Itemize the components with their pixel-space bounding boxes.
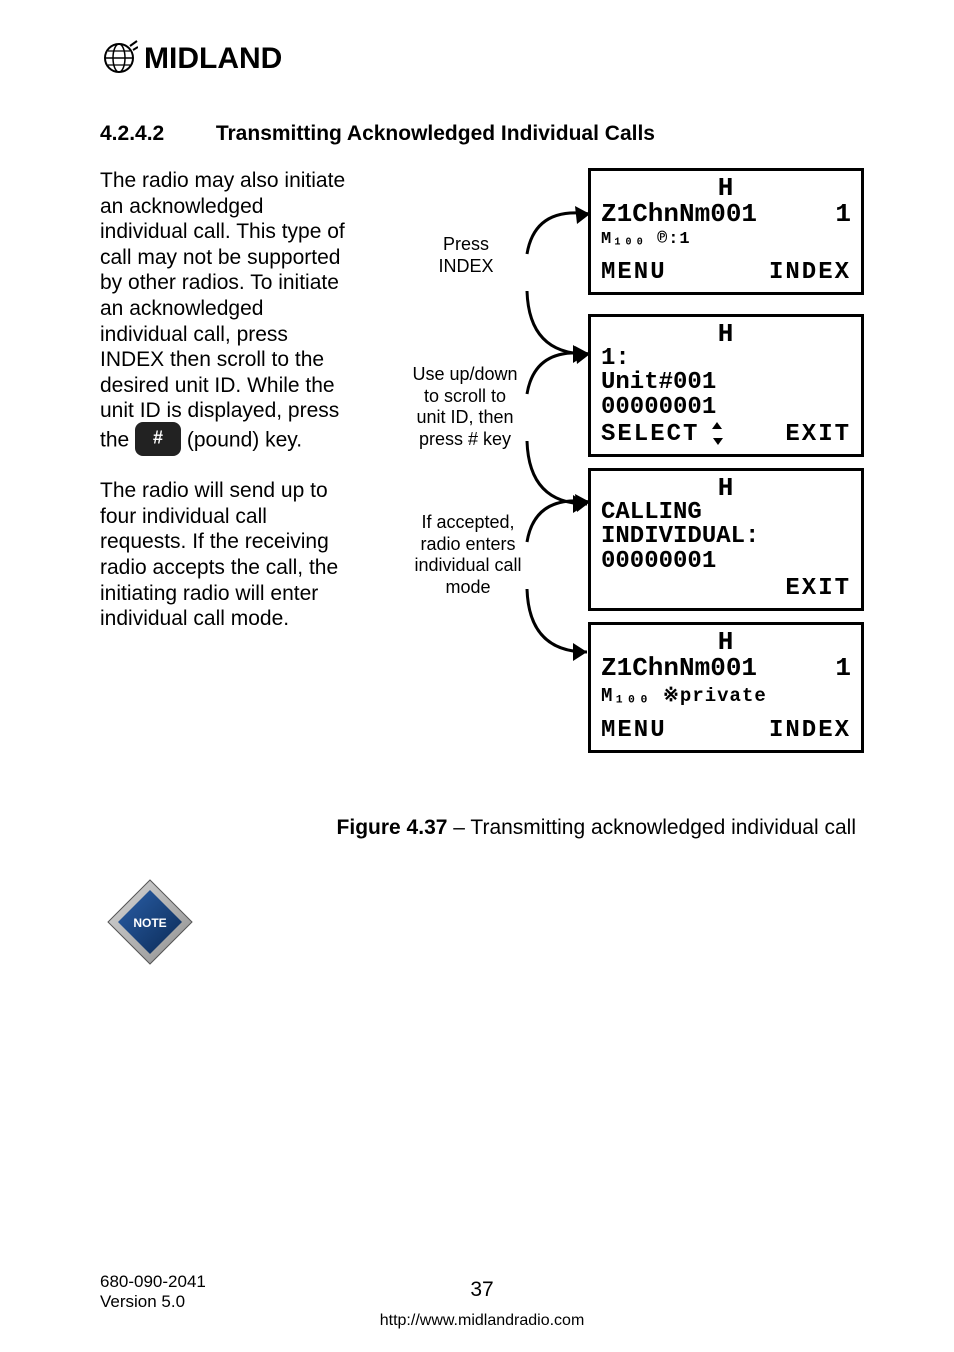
section-title: Transmitting Acknowledged Individual Cal… [216, 122, 655, 145]
svg-text:NOTE: NOTE [133, 916, 166, 930]
lcd4-softkey-right: INDEX [769, 717, 851, 744]
lcd4-softkey-left: MENU [601, 717, 667, 744]
lcd3-icon: H [601, 475, 851, 501]
lcd-screen-2: H 1: Unit#001 00000001 SELECT EXIT [588, 314, 864, 457]
flow-diagram: PressINDEX Use up/down to scroll to unit… [365, 168, 864, 788]
lcd1-icon: H [601, 175, 851, 201]
lcd4-title-right: 1 [835, 655, 851, 682]
flow-arrow-2 [515, 346, 595, 456]
lcd2-softkey-left: SELECT [601, 421, 699, 448]
body-paragraph-1-tail-a: the [100, 429, 135, 452]
lcd-screen-1: H Z1ChnNm001 1 M₁₀₀ ℗:1 MENU INDEX [588, 168, 864, 295]
footer-url: http://www.midlandradio.com [380, 1312, 585, 1330]
globe-icon [100, 40, 138, 76]
page-footer: 680-090-2041 Version 5.0 37 http://www.m… [100, 1272, 864, 1312]
figure-caption-text: – Transmitting acknowledged individual c… [447, 816, 856, 839]
lcd3-row1: CALLING [601, 501, 851, 525]
updown-icon [699, 421, 722, 448]
step-label-2: Use up/down to scroll to unit ID, then p… [395, 364, 535, 450]
lcd2-row3: 00000001 [601, 396, 851, 420]
step-label-1: PressINDEX [411, 234, 521, 277]
lcd2-softkey-right: EXIT [785, 422, 851, 447]
lcd1-status: M₁₀₀ ℗:1 [601, 230, 851, 249]
body-paragraph-2: The radio will send up to four individua… [100, 478, 355, 632]
lcd1-title: Z1ChnNm001 [601, 201, 757, 228]
body-text-column: The radio may also initiate an acknowled… [100, 168, 355, 652]
lcd3-row2: INDIVIDUAL: [601, 525, 851, 549]
brand-logo: MIDLAND [100, 40, 864, 76]
section-heading: 4.2.4.2 Transmitting Acknowledged Indivi… [100, 122, 864, 146]
flow-arrow-1 [515, 206, 595, 316]
lcd2-row1: 1: [601, 347, 851, 371]
lcd-screen-4: H Z1ChnNm001 1 M₁₀₀ ※private MENU INDEX [588, 622, 864, 753]
flow-arrow-3 [515, 494, 595, 604]
lcd1-title-right: 1 [835, 201, 851, 228]
pound-key-icon [135, 422, 181, 456]
body-paragraph-1: The radio may also initiate an acknowled… [100, 169, 345, 422]
lcd1-softkey-right: INDEX [769, 259, 851, 286]
lcd2-row2: Unit#001 [601, 371, 851, 395]
lcd3-softkey-right: EXIT [785, 576, 851, 601]
figure-caption: Figure 4.37 – Transmitting acknowledged … [100, 816, 864, 840]
lcd4-status: M₁₀₀ ※private [601, 684, 851, 707]
svg-text:MIDLAND: MIDLAND [144, 42, 282, 75]
body-paragraph-1-tail-b: (pound) key. [187, 429, 302, 452]
lcd3-row3: 00000001 [601, 550, 851, 574]
lcd4-icon: H [601, 629, 851, 655]
section-number: 4.2.4.2 [100, 122, 210, 146]
figure-label: Figure 4.37 [337, 816, 448, 839]
lcd4-title: Z1ChnNm001 [601, 655, 757, 682]
lcd2-icon: H [601, 321, 851, 347]
brand-wordmark: MIDLAND [144, 41, 334, 75]
footer-page-number: 37 [470, 1278, 493, 1302]
note-icon: NOTE [102, 874, 864, 975]
lcd-screen-3: H CALLING INDIVIDUAL: 00000001 EXIT [588, 468, 864, 611]
lcd1-softkey-left: MENU [601, 259, 667, 286]
